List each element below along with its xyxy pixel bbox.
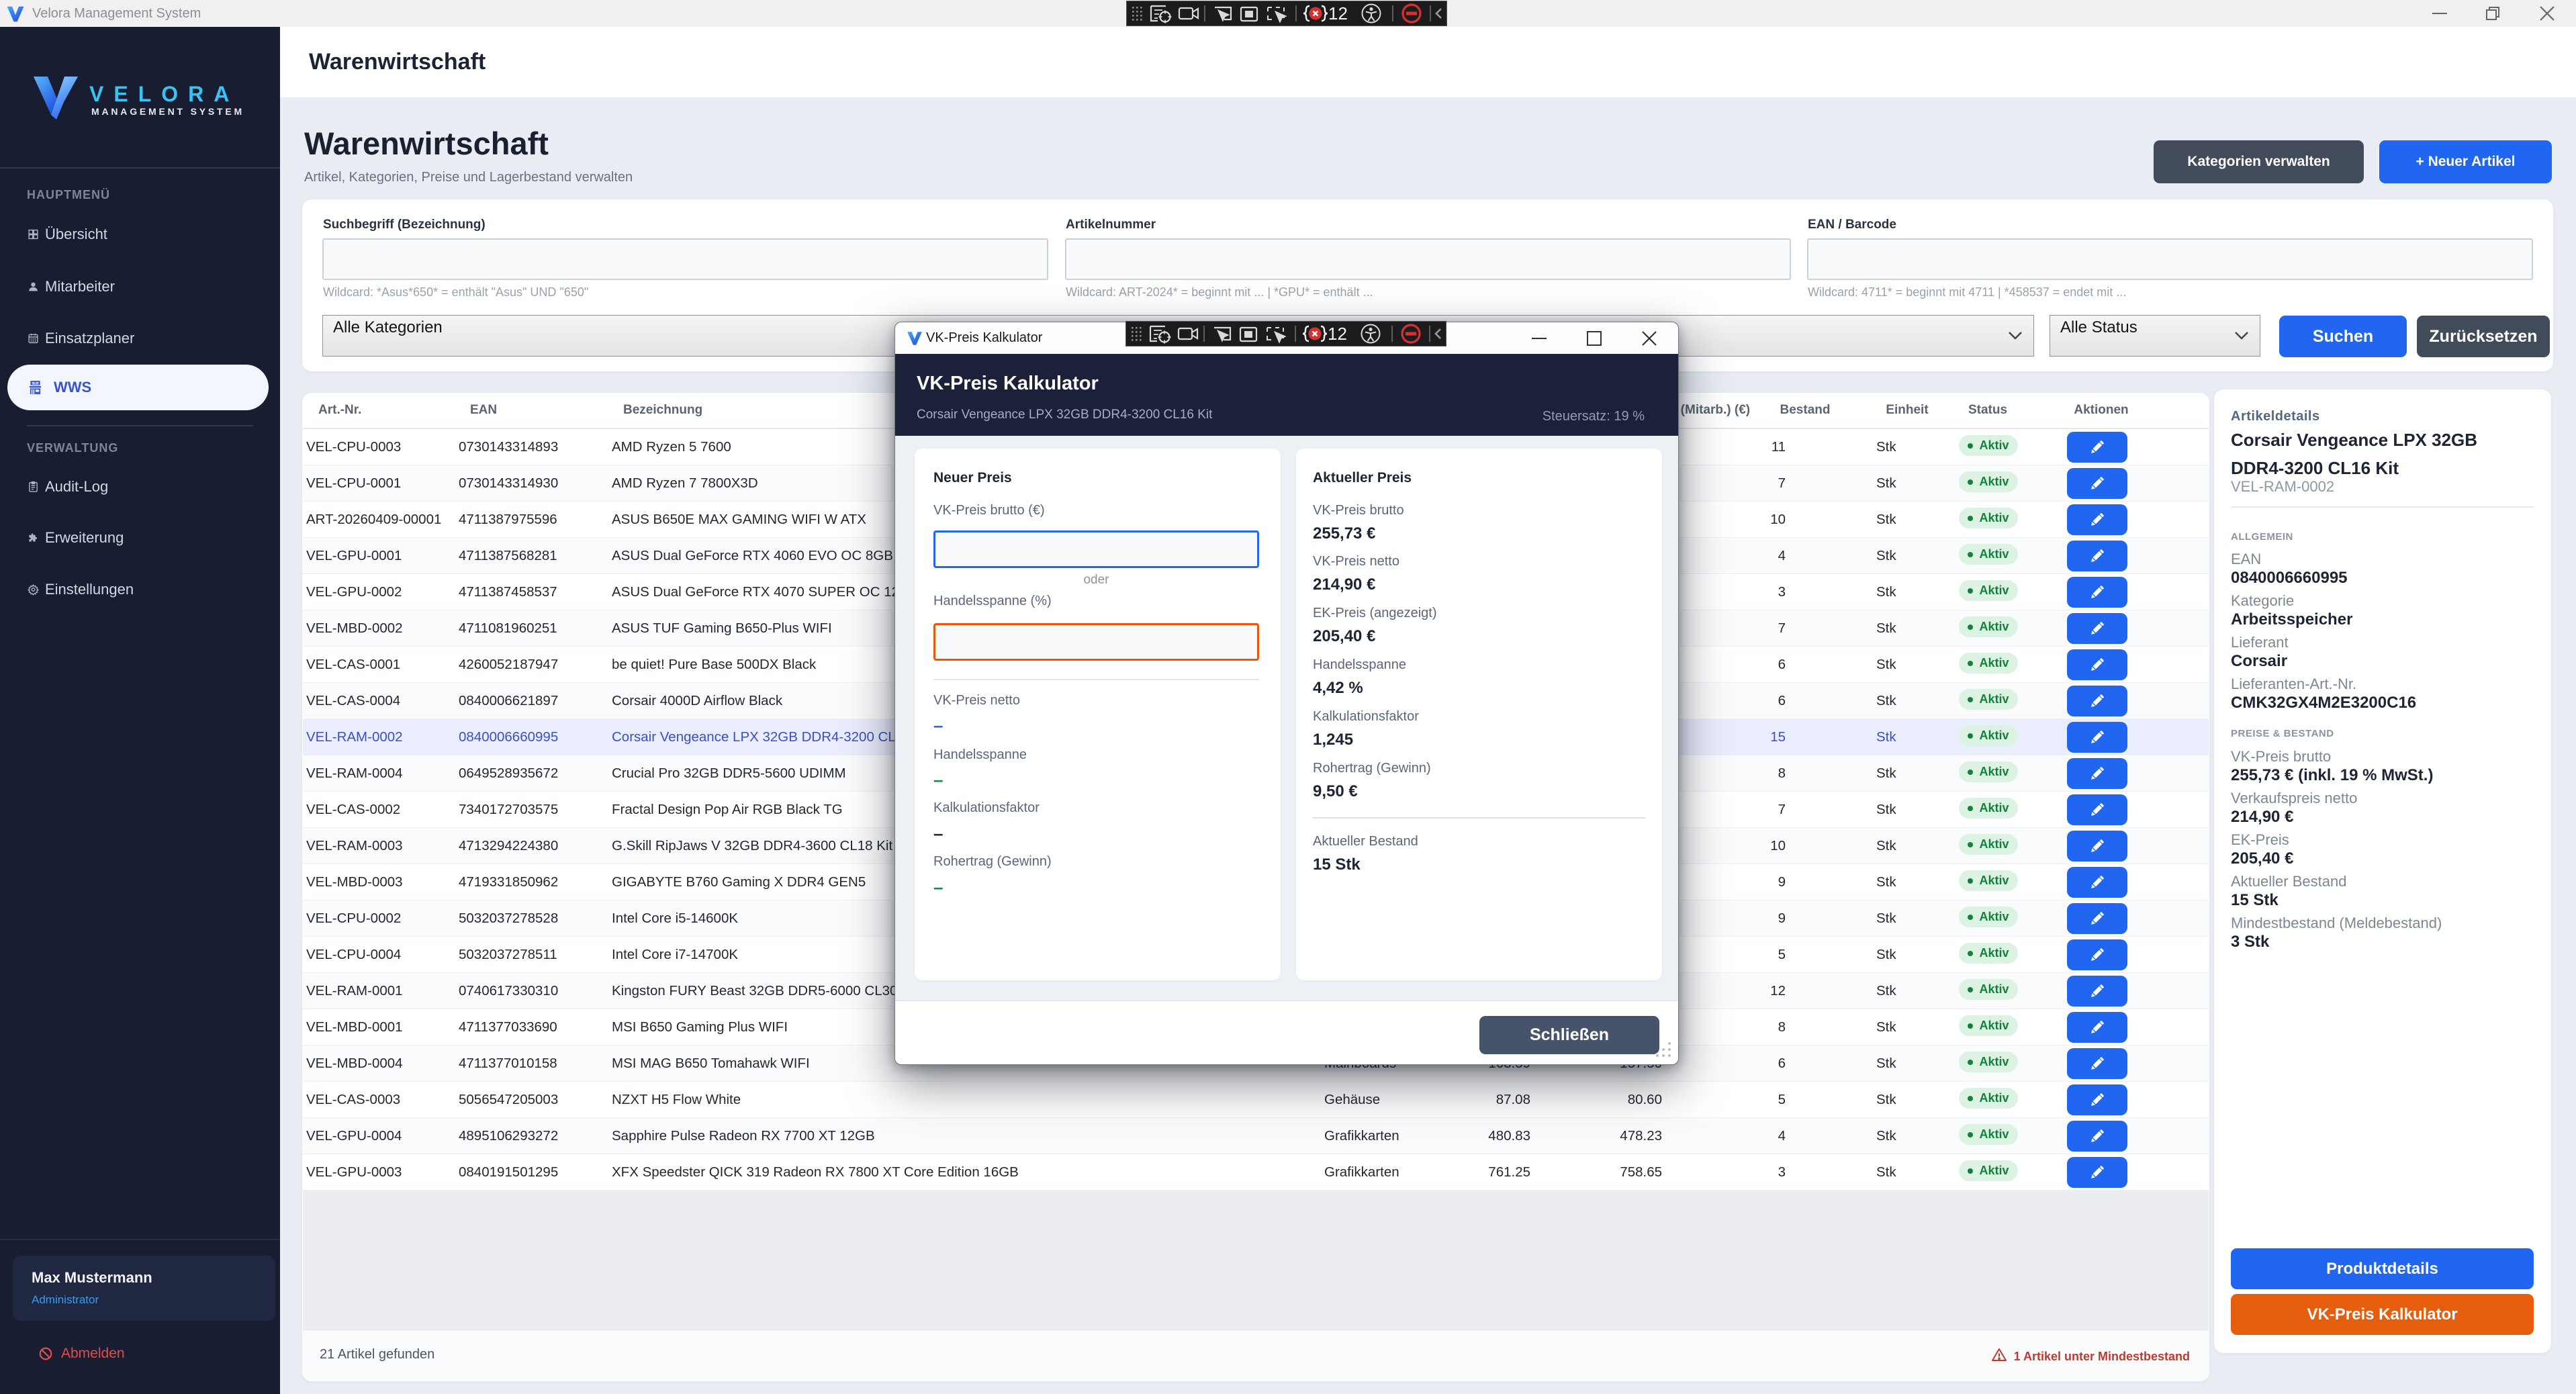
- svg-text:12: 12: [1328, 3, 1348, 24]
- svg-text:12: 12: [1328, 324, 1347, 344]
